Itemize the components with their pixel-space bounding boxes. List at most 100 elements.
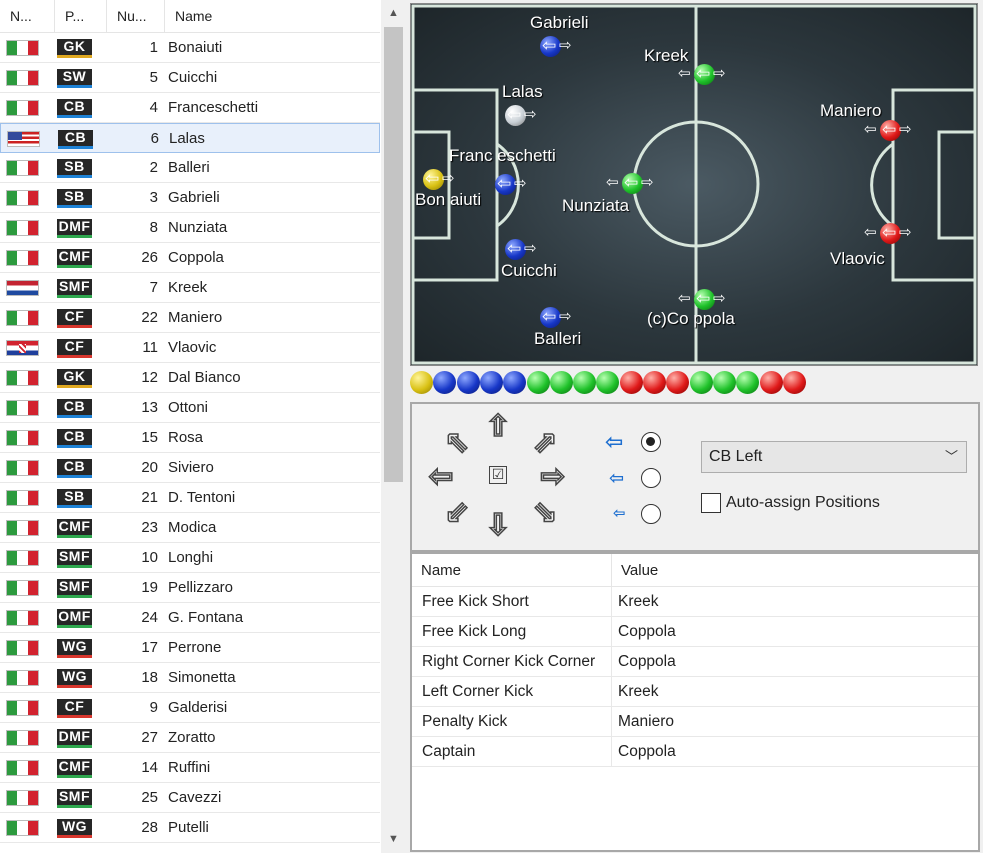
player-ball-icon[interactable] xyxy=(880,119,901,141)
table-row[interactable]: CB 20 Siviero xyxy=(0,453,380,483)
formation-pitch[interactable]: ⇨ Bon aiuti ⇨ Franc eschetti ⇨ Lalas ⇨ Cuicchi ⇨… xyxy=(410,3,978,366)
set-piece-taker[interactable]: Coppola xyxy=(618,647,676,676)
table-row[interactable]: DMF 8 Nunziata xyxy=(0,213,380,243)
player-color-ball[interactable] xyxy=(712,371,736,394)
set-piece-row[interactable]: Right Corner Kick Corner Coppola xyxy=(412,647,978,677)
set-piece-row[interactable]: Left Corner Kick Kreek xyxy=(412,677,978,707)
table-row[interactable]: WG 18 Simonetta xyxy=(0,663,380,693)
roster-scrollbar[interactable]: ▲ ▼ xyxy=(381,0,406,853)
scroll-up-icon[interactable]: ▲ xyxy=(381,0,406,26)
player-color-ball[interactable] xyxy=(410,371,433,394)
column-divider xyxy=(611,737,612,766)
position-badge: SW xyxy=(57,69,92,88)
player-color-ball[interactable] xyxy=(782,371,806,394)
auto-assign-label[interactable]: Auto-assign Positions xyxy=(726,493,880,513)
player-ball-icon[interactable] xyxy=(540,306,561,328)
player-ball-icon[interactable] xyxy=(694,63,715,85)
table-row[interactable]: DMF 27 Zoratto xyxy=(0,723,380,753)
player-color-ball[interactable] xyxy=(736,371,760,394)
player-ball-icon[interactable] xyxy=(505,104,526,126)
table-row[interactable]: CMF 14 Ruffini xyxy=(0,753,380,783)
player-color-ball[interactable] xyxy=(643,371,666,394)
scroll-thumb[interactable] xyxy=(384,27,403,482)
player-ball-icon[interactable] xyxy=(423,168,444,190)
player-color-ball[interactable] xyxy=(526,371,550,394)
set-piece-row[interactable]: Free Kick Short Kreek xyxy=(412,587,978,617)
player-color-ball[interactable] xyxy=(503,371,527,394)
table-row[interactable]: SB 2 Balleri xyxy=(0,153,380,183)
set-piece-taker[interactable]: Kreek xyxy=(618,587,659,616)
player-ball-icon[interactable] xyxy=(495,173,516,195)
set-piece-taker[interactable]: Maniero xyxy=(618,707,674,736)
arrow-up-left-icon[interactable]: ⇖ xyxy=(440,425,474,460)
set-pieces-list[interactable]: Name Value Free Kick Short Kreek Free Kick… xyxy=(410,552,980,852)
table-row[interactable]: SB 3 Gabrieli xyxy=(0,183,380,213)
table-row[interactable]: SB 21 D. Tentoni xyxy=(0,483,380,513)
table-row[interactable]: CF 9 Galderisi xyxy=(0,693,380,723)
player-color-ball[interactable] xyxy=(456,371,480,394)
arrow-down-left-icon[interactable]: ⇙ xyxy=(440,495,474,530)
table-row[interactable]: WG 17 Perrone xyxy=(0,633,380,663)
arrow-up-right-icon[interactable]: ⇗ xyxy=(528,425,562,460)
column-set-piece-value[interactable]: Value xyxy=(612,554,978,587)
set-piece-row[interactable]: Captain Coppola xyxy=(412,737,978,767)
player-ball-icon[interactable] xyxy=(505,238,526,260)
table-row[interactable]: CMF 26 Coppola xyxy=(0,243,380,273)
player-number: 18 xyxy=(141,669,158,686)
set-piece-taker[interactable]: Kreek xyxy=(618,677,659,706)
set-piece-row[interactable]: Penalty Kick Maniero xyxy=(412,707,978,737)
table-row[interactable]: CF 11 Vlaovic xyxy=(0,333,380,363)
table-row[interactable]: SMF 10 Longhi xyxy=(0,543,380,573)
player-ball-icon[interactable] xyxy=(880,222,901,244)
player-color-ball[interactable] xyxy=(479,371,503,394)
table-row[interactable]: SMF 19 Pellizzaro xyxy=(0,573,380,603)
set-piece-row[interactable]: Free Kick Long Coppola xyxy=(412,617,978,647)
table-row[interactable]: SW 5 Cuicchi xyxy=(0,63,380,93)
arrow-down-icon[interactable]: ⇩ xyxy=(481,508,515,543)
table-row[interactable]: SMF 25 Cavezzi xyxy=(0,783,380,813)
column-name[interactable]: Name xyxy=(165,0,380,33)
player-color-ball[interactable] xyxy=(619,371,643,394)
player-ball-icon[interactable] xyxy=(694,288,715,310)
run-long-radio[interactable] xyxy=(641,432,661,452)
column-nationality[interactable]: N... xyxy=(0,0,55,33)
run-medium-radio[interactable] xyxy=(641,468,661,488)
set-piece-taker[interactable]: Coppola xyxy=(618,617,676,646)
table-row[interactable]: CB 6 Lalas xyxy=(0,123,380,153)
table-row[interactable]: CMF 23 Modica xyxy=(0,513,380,543)
run-short-radio[interactable] xyxy=(641,504,661,524)
player-color-ball[interactable] xyxy=(666,371,690,394)
set-piece-taker[interactable]: Coppola xyxy=(618,737,676,766)
arrow-up-icon[interactable]: ⇧ xyxy=(481,409,515,444)
table-row[interactable]: SMF 7 Kreek xyxy=(0,273,380,303)
column-set-piece-name[interactable]: Name xyxy=(412,554,612,587)
table-row[interactable]: CF 22 Maniero xyxy=(0,303,380,333)
player-color-ball[interactable] xyxy=(759,371,783,394)
position-select[interactable]: CB Left ﹀ xyxy=(701,441,967,473)
table-row[interactable]: CB 13 Ottoni xyxy=(0,393,380,423)
player-color-ball[interactable] xyxy=(433,371,457,394)
table-row[interactable]: WG 28 Putelli xyxy=(0,813,380,843)
player-color-ball[interactable] xyxy=(596,371,620,394)
arrow-down-right-icon[interactable]: ⇘ xyxy=(528,495,562,530)
table-row[interactable]: CB 4 Franceschetti xyxy=(0,93,380,123)
arrow-left-icon[interactable]: ⇦ xyxy=(424,459,458,494)
column-number[interactable]: Nu... xyxy=(107,0,165,33)
player-number: 13 xyxy=(141,399,158,416)
player-ball-icon[interactable] xyxy=(540,35,561,57)
player-color-ball[interactable] xyxy=(689,371,713,394)
table-row[interactable]: OMF 24 G. Fontana xyxy=(0,603,380,633)
player-color-ball[interactable] xyxy=(573,371,597,394)
position-select-value: CB Left xyxy=(709,448,763,465)
player-ball-icon[interactable] xyxy=(622,172,643,194)
roster-list[interactable]: N... P... Nu... Name GK 1 Bonaiuti SW 5 Cuicc… xyxy=(0,0,406,853)
stay-in-position-checkbox[interactable]: ☑ xyxy=(489,466,507,484)
scroll-down-icon[interactable]: ▼ xyxy=(381,826,406,852)
table-row[interactable]: GK 12 Dal Bianco xyxy=(0,363,380,393)
auto-assign-checkbox[interactable] xyxy=(701,493,721,513)
table-row[interactable]: GK 1 Bonaiuti xyxy=(0,33,380,63)
player-color-ball[interactable] xyxy=(549,371,573,394)
arrow-right-icon[interactable]: ⇨ xyxy=(536,459,570,494)
table-row[interactable]: CB 15 Rosa xyxy=(0,423,380,453)
column-position[interactable]: P... xyxy=(55,0,107,33)
